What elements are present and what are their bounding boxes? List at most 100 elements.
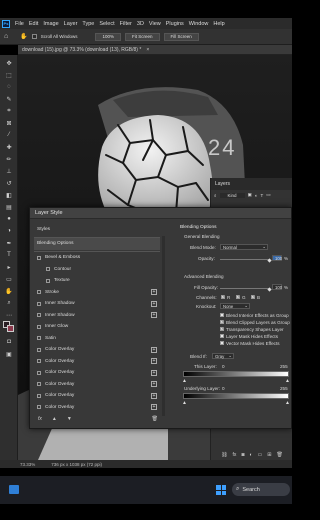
rectangle-tool-icon[interactable]: ▭ [4,275,14,283]
styles-scrollbar[interactable] [162,236,165,416]
scroll-all-windows-checkbox[interactable] [31,34,37,39]
move-down-icon[interactable]: ▼ [67,416,72,422]
healing-brush-tool-icon[interactable]: ✚ [4,143,14,151]
quick-select-tool-icon[interactable]: ✎ [4,95,14,103]
filter-adjustment-icon[interactable]: ◐ [255,193,258,198]
menu-layer[interactable]: Layer [64,21,78,27]
opacity-slider[interactable] [220,259,270,260]
underlying-white-handle[interactable]: ▲ [285,400,290,406]
style-item[interactable]: Contour [34,264,160,276]
this-layer-black-handle[interactable]: ▲ [182,378,187,384]
layers-panel-title[interactable]: Layers [215,181,230,187]
layer-mask-hides-checkbox[interactable] [220,334,224,338]
menu-image[interactable]: Image [43,21,58,27]
screen-mode-icon[interactable]: ▣ [4,350,14,358]
link-layers-icon[interactable]: ⛓ [221,452,227,458]
add-effect-icon[interactable]: + [151,289,157,296]
zoom-100-button[interactable]: 100% [95,32,121,41]
fill-screen-button[interactable]: Fill Screen [163,32,199,41]
style-item-checkbox[interactable] [37,359,41,364]
vector-mask-hides-checkbox[interactable] [220,341,224,345]
knockout-dropdown[interactable]: None ⌄ [220,303,250,309]
style-item-checkbox[interactable] [37,336,41,341]
eraser-tool-icon[interactable]: ◧ [4,191,14,199]
frame-tool-icon[interactable]: ⊠ [4,119,14,127]
style-item[interactable]: Inner Shadow + [34,298,160,310]
windows-start-icon[interactable] [216,485,226,495]
dodge-tool-icon[interactable]: ◑ [4,227,14,235]
style-item-checkbox[interactable] [37,255,41,260]
new-group-icon[interactable]: ▭ [258,452,263,458]
menu-window[interactable]: Window [189,21,209,27]
menu-type[interactable]: Type [82,21,94,27]
clone-stamp-tool-icon[interactable]: ⊥ [4,167,14,175]
zoom-level[interactable]: 73.33% [20,462,35,467]
document-tab[interactable]: download (15).jpg @ 73.3% (download (13)… [18,45,292,55]
style-item[interactable]: Texture [34,275,160,287]
gradient-tool-icon[interactable]: ▤ [4,203,14,211]
blend-clipped-checkbox[interactable] [220,319,224,324]
background-color-swatch[interactable] [7,325,14,332]
style-item-checkbox[interactable] [37,393,41,398]
add-effect-icon[interactable]: + [151,392,157,399]
transparency-shapes-checkbox[interactable] [220,326,224,331]
blend-interior-checkbox[interactable] [220,313,224,317]
style-item[interactable]: Bevel & Emboss [34,252,160,264]
kind-filter-dropdown[interactable]: Kind [219,192,245,198]
add-effect-icon[interactable]: + [151,404,157,411]
filter-shape-icon[interactable]: ▭ [266,192,270,198]
crop-tool-icon[interactable]: ⌗ [4,107,14,115]
style-item[interactable]: Color Overlay + [34,367,160,379]
eyedropper-tool-icon[interactable]: ⁄ [4,131,14,139]
fx-menu-button[interactable]: fx [38,416,42,422]
path-select-tool-icon[interactable]: ▸ [4,263,14,271]
move-up-icon[interactable]: ▲ [52,416,57,422]
menu-help[interactable]: Help [213,21,224,27]
style-item[interactable]: Inner Shadow + [34,310,160,322]
menu-view[interactable]: View [149,21,161,27]
menu-3d[interactable]: 3D [137,21,144,27]
style-item-checkbox[interactable] [46,278,50,283]
style-item[interactable]: Color Overlay + [34,402,160,414]
blend-mode-dropdown[interactable]: Normal ⌄ [220,244,268,250]
add-effect-icon[interactable]: + [151,358,157,365]
style-item[interactable]: Inner Glow [34,321,160,333]
menu-select[interactable]: Select [99,21,114,27]
add-mask-icon[interactable]: ◙ [241,452,244,458]
delete-effect-icon[interactable]: 🗑 [152,416,158,422]
style-item[interactable]: Color Overlay + [34,390,160,402]
menu-filter[interactable]: Filter [120,21,132,27]
blur-tool-icon[interactable]: ● [4,215,14,223]
style-item[interactable]: Color Overlay + [34,379,160,391]
task-view-icon[interactable] [9,485,19,494]
close-tab-icon[interactable]: × [146,47,149,53]
fit-screen-button[interactable]: Fit Screen [125,32,160,41]
opacity-slider-knob[interactable] [267,258,272,263]
opacity-input[interactable]: 100 [272,255,282,261]
move-tool-icon[interactable]: ✥ [4,59,14,67]
style-item-checkbox[interactable] [37,405,41,410]
fx-icon[interactable]: fx [233,452,237,458]
add-effect-icon[interactable]: + [151,381,157,388]
style-item-checkbox[interactable] [37,370,41,375]
add-effect-icon[interactable]: + [151,346,157,353]
style-item[interactable]: Color Overlay + [34,344,160,356]
blend-if-dropdown[interactable]: Gray ⌄ [212,353,234,359]
lasso-tool-icon[interactable]: ◌ [4,83,14,91]
add-effect-icon[interactable]: + [151,312,157,319]
history-brush-tool-icon[interactable]: ↺ [4,179,14,187]
style-item-checkbox[interactable] [37,313,41,318]
fill-opacity-slider[interactable] [220,288,270,289]
quick-mask-icon[interactable]: ◘ [4,338,14,346]
style-item[interactable]: Satin [34,333,160,345]
channel-g-checkbox[interactable] [236,294,240,299]
menu-edit[interactable]: Edit [29,21,38,27]
style-item[interactable]: Blending Options [34,238,160,250]
style-item-checkbox[interactable] [37,290,41,295]
marquee-tool-icon[interactable]: ⬚ [4,71,14,79]
home-icon[interactable]: ⌂ [4,33,8,40]
filter-type-icon[interactable]: T [261,193,264,198]
hand-tool-icon[interactable]: ✋ [4,287,14,295]
menu-plugins[interactable]: Plugins [166,21,184,27]
style-item-checkbox[interactable] [37,301,41,306]
